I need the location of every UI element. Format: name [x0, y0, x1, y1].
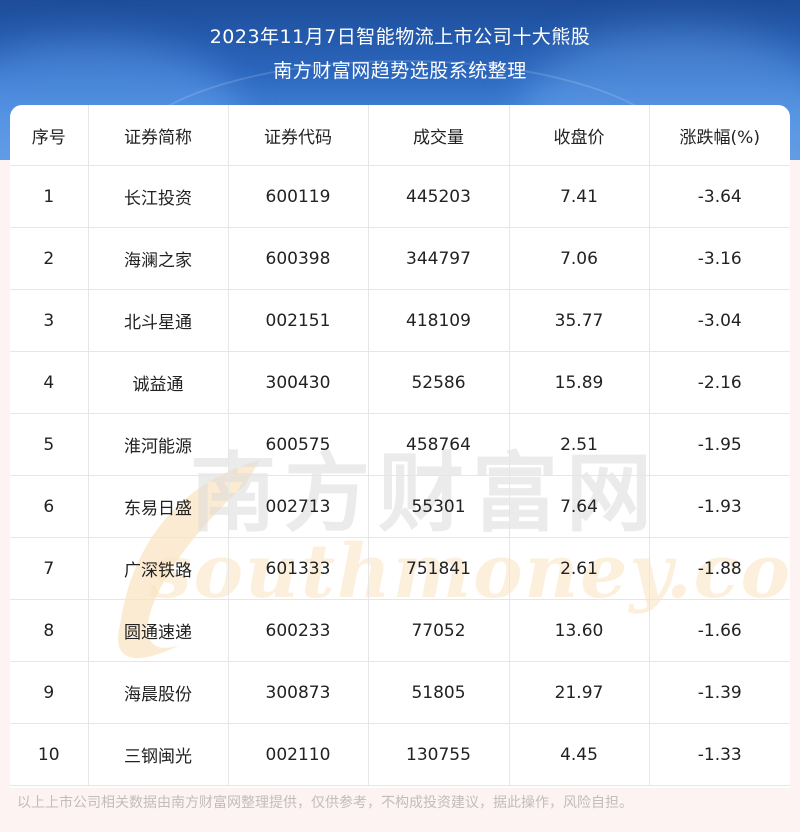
- cell-rank: 8: [10, 599, 89, 662]
- table-row: 3 北斗星通 002151 418109 35.77 -3.04: [10, 289, 790, 352]
- table-card: 南方财富网 southmoney.com 序号 证券简称 证券代码 成交量 收盘…: [10, 105, 790, 788]
- table-header-row: 序号 证券简称 证券代码 成交量 收盘价 涨跌幅(%): [10, 105, 790, 166]
- cell-change: -2.16: [649, 351, 790, 414]
- page-subtitle: 南方财富网趋势选股系统整理: [273, 60, 527, 82]
- table-row: 8 圆通速递 600233 77052 13.60 -1.66: [10, 599, 790, 662]
- cell-close: 7.06: [509, 227, 650, 290]
- cell-rank: 10: [10, 723, 89, 786]
- cell-rank: 9: [10, 661, 89, 724]
- cell-close: 4.45: [509, 723, 650, 786]
- col-header-change: 涨跌幅(%): [649, 105, 790, 166]
- cell-change: -1.66: [649, 599, 790, 662]
- cell-volume: 418109: [368, 289, 510, 352]
- cell-code: 601333: [228, 537, 369, 600]
- cell-rank: 7: [10, 537, 89, 600]
- col-header-close: 收盘价: [509, 105, 650, 166]
- cell-code: 002713: [228, 475, 369, 538]
- cell-close: 7.41: [509, 165, 650, 228]
- cell-code: 600233: [228, 599, 369, 662]
- stock-table: 序号 证券简称 证券代码 成交量 收盘价 涨跌幅(%) 1 长江投资 60011…: [10, 105, 790, 786]
- cell-name: 海澜之家: [88, 227, 229, 290]
- cell-volume: 458764: [368, 413, 510, 476]
- cell-rank: 1: [10, 165, 89, 228]
- cell-change: -1.95: [649, 413, 790, 476]
- table-row: 7 广深铁路 601333 751841 2.61 -1.88: [10, 537, 790, 600]
- table-row: 10 三钢闽光 002110 130755 4.45 -1.33: [10, 723, 790, 786]
- cell-close: 35.77: [509, 289, 650, 352]
- cell-rank: 5: [10, 413, 89, 476]
- col-header-code: 证券代码: [228, 105, 369, 166]
- cell-code: 300430: [228, 351, 369, 414]
- cell-code: 600398: [228, 227, 369, 290]
- cell-name: 北斗星通: [88, 289, 229, 352]
- cell-close: 13.60: [509, 599, 650, 662]
- cell-code: 300873: [228, 661, 369, 724]
- table-row: 6 东易日盛 002713 55301 7.64 -1.93: [10, 475, 790, 538]
- cell-volume: 130755: [368, 723, 510, 786]
- footer-disclaimer: 以上上市公司相关数据由南方财富网整理提供，仅供参考，不构成投资建议，据此操作，风…: [17, 795, 633, 811]
- cell-code: 600575: [228, 413, 369, 476]
- cell-name: 诚益通: [88, 351, 229, 414]
- cell-change: -3.16: [649, 227, 790, 290]
- cell-code: 002110: [228, 723, 369, 786]
- cell-close: 2.51: [509, 413, 650, 476]
- cell-volume: 751841: [368, 537, 510, 600]
- cell-close: 15.89: [509, 351, 650, 414]
- cell-name: 三钢闽光: [88, 723, 229, 786]
- cell-change: -1.33: [649, 723, 790, 786]
- cell-name: 圆通速递: [88, 599, 229, 662]
- col-header-rank: 序号: [10, 105, 89, 166]
- cell-volume: 344797: [368, 227, 510, 290]
- col-header-name: 证券简称: [88, 105, 229, 166]
- cell-change: -3.04: [649, 289, 790, 352]
- cell-volume: 55301: [368, 475, 510, 538]
- cell-change: -3.64: [649, 165, 790, 228]
- col-header-volume: 成交量: [368, 105, 510, 166]
- table-row: 5 淮河能源 600575 458764 2.51 -1.95: [10, 413, 790, 476]
- page-title: 2023年11月7日智能物流上市公司十大熊股: [209, 26, 591, 48]
- table-row: 1 长江投资 600119 445203 7.41 -3.64: [10, 165, 790, 228]
- cell-code: 600119: [228, 165, 369, 228]
- cell-volume: 445203: [368, 165, 510, 228]
- cell-name: 淮河能源: [88, 413, 229, 476]
- cell-volume: 52586: [368, 351, 510, 414]
- cell-close: 21.97: [509, 661, 650, 724]
- cell-rank: 4: [10, 351, 89, 414]
- cell-name: 东易日盛: [88, 475, 229, 538]
- cell-change: -1.93: [649, 475, 790, 538]
- table-row: 9 海晨股份 300873 51805 21.97 -1.39: [10, 661, 790, 724]
- table-row: 4 诚益通 300430 52586 15.89 -2.16: [10, 351, 790, 414]
- cell-rank: 3: [10, 289, 89, 352]
- cell-rank: 2: [10, 227, 89, 290]
- cell-rank: 6: [10, 475, 89, 538]
- cell-close: 2.61: [509, 537, 650, 600]
- cell-change: -1.88: [649, 537, 790, 600]
- cell-volume: 51805: [368, 661, 510, 724]
- cell-name: 长江投资: [88, 165, 229, 228]
- cell-change: -1.39: [649, 661, 790, 724]
- table-row: 2 海澜之家 600398 344797 7.06 -3.16: [10, 227, 790, 290]
- cell-name: 广深铁路: [88, 537, 229, 600]
- cell-volume: 77052: [368, 599, 510, 662]
- cell-close: 7.64: [509, 475, 650, 538]
- cell-name: 海晨股份: [88, 661, 229, 724]
- cell-code: 002151: [228, 289, 369, 352]
